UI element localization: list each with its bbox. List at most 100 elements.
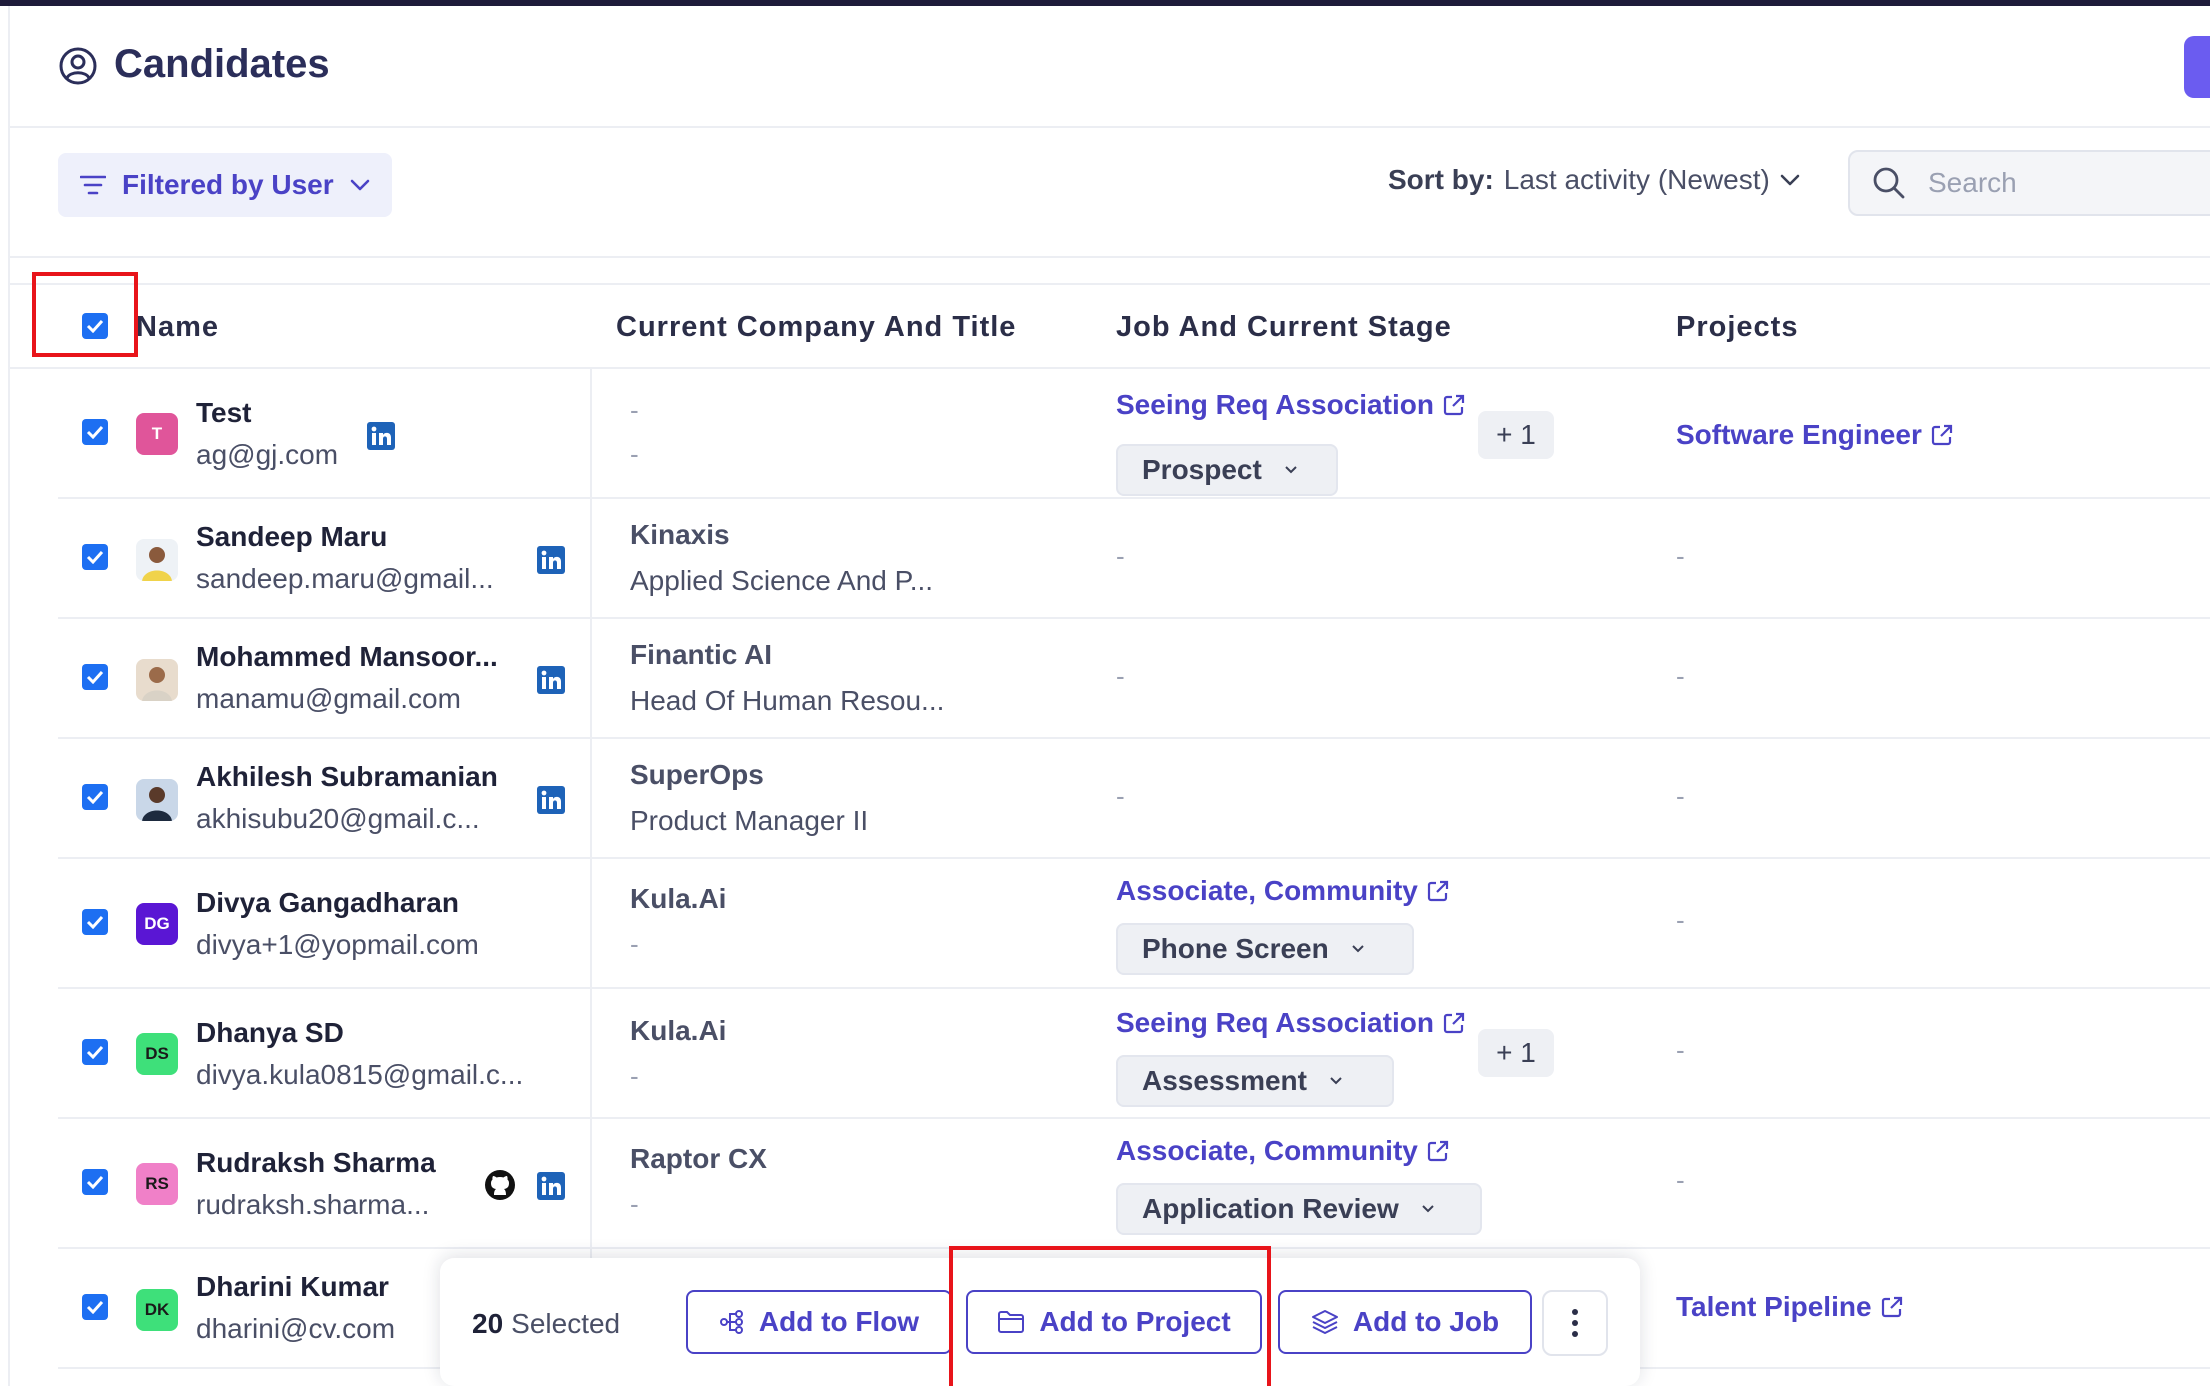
row-checkbox[interactable] xyxy=(82,784,108,810)
candidate-name[interactable]: Rudraksh Sharma xyxy=(196,1147,436,1179)
avatar: RS xyxy=(136,1163,178,1205)
table-row[interactable]: DG Divya Gangadharan divya+1@yopmail.com… xyxy=(58,859,2210,989)
more-actions-button[interactable] xyxy=(1542,1290,1608,1356)
candidate-email: divya.kula0815@gmail.c... xyxy=(196,1059,524,1090)
column-header-name[interactable]: Name xyxy=(136,311,219,344)
column-separator xyxy=(590,499,592,617)
candidate-name[interactable]: Dharini Kumar xyxy=(196,1271,389,1303)
table-row[interactable]: Akhilesh Subramanian akhisubu20@gmail.c.… xyxy=(58,739,2210,859)
github-icon[interactable] xyxy=(484,1169,516,1201)
job-empty: - xyxy=(1116,541,1125,571)
external-link-icon xyxy=(1427,880,1448,902)
table-row[interactable]: T Test ag@gj.com - - Seeing Req Associat… xyxy=(58,369,2210,499)
table-row[interactable]: RS Rudraksh Sharma rudraksh.sharma... Ra… xyxy=(58,1119,2210,1249)
external-link-icon xyxy=(1427,1140,1448,1162)
row-checkbox[interactable] xyxy=(82,1039,108,1065)
toolbar: Filtered by User Sort by: Last activity … xyxy=(10,128,2210,258)
candidate-name[interactable]: Sandeep Maru xyxy=(196,521,387,553)
row-checkbox[interactable] xyxy=(82,664,108,690)
project-empty: - xyxy=(1676,1165,1685,1195)
highlight-select-all xyxy=(32,272,138,357)
avatar xyxy=(136,539,178,581)
linkedin-icon[interactable] xyxy=(536,785,566,815)
add-to-flow-button[interactable]: Add to Flow xyxy=(686,1290,952,1354)
job-link[interactable]: Associate, Community xyxy=(1116,875,1450,907)
linkedin-icon[interactable] xyxy=(536,1171,566,1201)
stage-dropdown[interactable]: Prospect xyxy=(1116,444,1338,496)
table-row[interactable]: Mohammed Mansoor... manamu@gmail.com Fin… xyxy=(58,619,2210,739)
sort-dropdown[interactable]: Sort by: Last activity (Newest) xyxy=(1388,164,1800,196)
avatar: DS xyxy=(136,1033,178,1075)
stage-dropdown[interactable]: Application Review xyxy=(1116,1183,1482,1235)
selected-count: 20 Selected xyxy=(472,1308,621,1339)
column-header-job-stage[interactable]: Job And Current Stage xyxy=(1116,311,1452,344)
candidate-name[interactable]: Dhanya SD xyxy=(196,1017,344,1049)
job-link[interactable]: Associate, Community xyxy=(1116,1135,1450,1167)
filter-label: Filtered by User xyxy=(122,169,334,200)
candidate-name[interactable]: Mohammed Mansoor... xyxy=(196,641,498,673)
more-jobs-badge[interactable]: + 1 xyxy=(1478,411,1554,459)
candidate-email: dharini@cv.com xyxy=(196,1313,396,1344)
row-checkbox[interactable] xyxy=(82,909,108,935)
user-circle-icon xyxy=(59,47,97,85)
project-link[interactable]: Talent Pipeline xyxy=(1676,1291,1904,1323)
project-link[interactable]: Software Engineer xyxy=(1676,419,1954,451)
search-placeholder: Search xyxy=(1928,167,2017,198)
row-checkbox[interactable] xyxy=(82,1294,108,1320)
column-header-projects[interactable]: Projects xyxy=(1676,311,1798,344)
chevron-down-icon xyxy=(1780,174,1800,186)
linkedin-icon[interactable] xyxy=(536,545,566,575)
external-link-icon xyxy=(1443,394,1465,416)
table-row[interactable]: DS Dhanya SD divya.kula0815@gmail.c... K… xyxy=(58,989,2210,1119)
more-jobs-badge[interactable]: + 1 xyxy=(1478,1029,1554,1077)
title-empty: - xyxy=(630,1189,639,1219)
candidate-name[interactable]: Divya Gangadharan xyxy=(196,887,459,919)
row-checkbox[interactable] xyxy=(82,1169,108,1195)
filter-button[interactable]: Filtered by User xyxy=(58,153,392,217)
job-link[interactable]: Seeing Req Association xyxy=(1116,1007,1466,1039)
linkedin-icon[interactable] xyxy=(366,421,396,451)
column-separator xyxy=(590,369,592,497)
avatar: T xyxy=(136,413,178,455)
table-row[interactable]: Sandeep Maru sandeep.maru@gmail... Kinax… xyxy=(58,499,2210,619)
primary-action-button[interactable] xyxy=(2184,36,2210,98)
avatar: DG xyxy=(136,903,178,945)
column-separator xyxy=(590,989,592,1117)
column-separator xyxy=(590,1119,592,1247)
flow-icon xyxy=(719,1310,743,1334)
external-link-icon xyxy=(1443,1012,1465,1034)
project-empty: - xyxy=(1676,905,1685,935)
project-empty: - xyxy=(1676,541,1685,571)
job-link[interactable]: Seeing Req Association xyxy=(1116,389,1466,421)
title-empty: - xyxy=(630,1061,639,1091)
job-empty: - xyxy=(1116,661,1125,691)
page-title: Candidates xyxy=(114,42,330,86)
avatar xyxy=(136,659,178,701)
project-empty: - xyxy=(1676,781,1685,811)
stage-dropdown[interactable]: Phone Screen xyxy=(1116,923,1414,975)
search-input[interactable]: Search xyxy=(1848,150,2210,216)
candidate-name[interactable]: Akhilesh Subramanian xyxy=(196,761,498,793)
stage-dropdown[interactable]: Assessment xyxy=(1116,1055,1394,1107)
sort-value: Last activity (Newest) xyxy=(1503,164,1770,195)
company-name: Kula.Ai xyxy=(630,883,727,914)
column-header-company[interactable]: Current Company And Title xyxy=(616,311,1016,344)
job-title: Product Manager II xyxy=(630,805,869,836)
linkedin-icon[interactable] xyxy=(536,665,566,695)
title-empty: - xyxy=(630,929,639,959)
candidate-name[interactable]: Test xyxy=(196,397,252,429)
column-separator xyxy=(590,739,592,857)
row-checkbox[interactable] xyxy=(82,419,108,445)
external-link-icon xyxy=(1881,1296,1902,1318)
company-name: Kula.Ai xyxy=(630,1015,727,1046)
search-icon xyxy=(1873,167,1905,199)
more-vertical-icon xyxy=(1572,1309,1578,1337)
candidate-email: ag@gj.com xyxy=(196,439,339,470)
row-checkbox[interactable] xyxy=(82,544,108,570)
add-to-job-button[interactable]: Add to Job xyxy=(1278,1290,1532,1354)
avatar xyxy=(136,779,178,821)
person-photo-icon xyxy=(142,787,172,821)
company-name: Finantic AI xyxy=(630,639,773,670)
filter-icon xyxy=(80,175,106,195)
chevron-down-icon xyxy=(1352,945,1364,953)
